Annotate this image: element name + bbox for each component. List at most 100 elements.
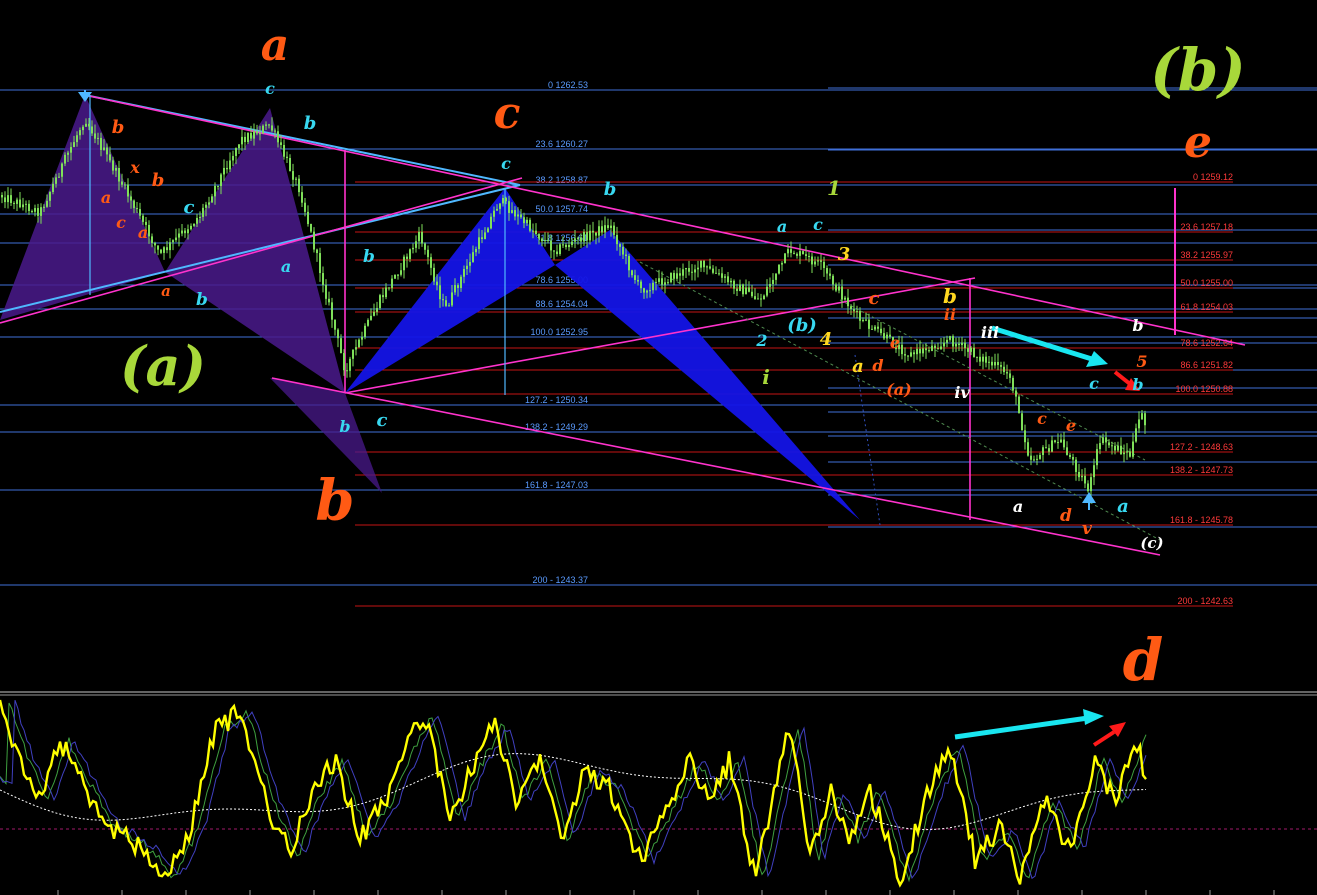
- candle-body: [832, 275, 834, 285]
- candle-body: [439, 285, 441, 300]
- candle-body: [829, 273, 831, 276]
- candle-body: [358, 339, 360, 348]
- candle-body: [418, 231, 420, 242]
- candle-body: [547, 240, 549, 242]
- wave-label-minor: a: [852, 356, 864, 377]
- candle-body: [220, 174, 222, 187]
- wave-label-minor: b: [339, 417, 350, 436]
- candle-body: [727, 276, 729, 283]
- candle-body: [277, 131, 279, 143]
- candle-body: [841, 286, 843, 300]
- candle-body: [583, 231, 585, 242]
- candle-body: [1039, 455, 1041, 459]
- candle-body: [1024, 430, 1026, 443]
- candle-body: [49, 192, 51, 201]
- candle-body: [778, 264, 780, 274]
- wave-label-minor: c: [184, 197, 195, 218]
- wave-label-minor: c: [1089, 374, 1099, 393]
- candle-body: [91, 126, 93, 134]
- candle-body: [211, 196, 213, 203]
- candle-body: [1021, 413, 1023, 431]
- candle-body: [715, 272, 717, 274]
- candle-body: [883, 333, 885, 339]
- candle-body: [430, 257, 432, 268]
- candle-body: [955, 343, 957, 347]
- candle-body: [244, 136, 246, 143]
- candle-body: [1036, 458, 1038, 460]
- candle-body: [385, 287, 387, 298]
- candle-body: [577, 237, 579, 239]
- candle-body: [814, 261, 816, 265]
- candle-body: [946, 339, 948, 343]
- fib-left-label: 161.8 - 1247.03: [525, 480, 588, 490]
- candle-body: [754, 296, 756, 299]
- candle-body: [511, 210, 513, 213]
- candle-body: [4, 197, 6, 203]
- candle-body: [1006, 372, 1008, 374]
- candle-body: [343, 353, 345, 371]
- candle-body: [208, 202, 210, 205]
- candle-body: [607, 225, 609, 228]
- candle-body: [199, 216, 201, 218]
- candle-body: [709, 266, 711, 269]
- candle-body: [424, 243, 426, 250]
- wave-label-major: c: [494, 88, 521, 139]
- candle-body: [466, 265, 468, 270]
- candle-body: [1108, 442, 1110, 446]
- candle-body: [181, 230, 183, 234]
- candle-body: [379, 295, 381, 309]
- candle-body: [1063, 439, 1065, 448]
- fib-right-label: 23.6 1257.18: [1180, 222, 1233, 232]
- wave-label-minor: b: [1132, 375, 1143, 394]
- candle-body: [136, 208, 138, 210]
- candle-body: [1003, 366, 1005, 373]
- candle-body: [1105, 437, 1107, 443]
- candle-body: [640, 281, 642, 289]
- wave-label-minor: a: [777, 217, 787, 236]
- candle-body: [943, 342, 945, 347]
- candle-body: [331, 302, 333, 320]
- candle-body: [637, 279, 639, 282]
- candle-body: [478, 237, 480, 249]
- candle-body: [925, 348, 927, 351]
- candle-body: [169, 242, 171, 251]
- candle-body: [115, 168, 117, 171]
- wave-label-minor: (c): [1140, 534, 1163, 552]
- candle-body: [1012, 377, 1014, 391]
- wave-label-minor: c: [869, 288, 880, 309]
- candle-body: [664, 282, 666, 285]
- wave-label-minor: 3: [838, 244, 851, 265]
- candle-body: [1111, 445, 1113, 447]
- candle-body: [106, 147, 108, 155]
- candle-body: [766, 286, 768, 296]
- candle-body: [964, 342, 966, 349]
- candle-body: [952, 336, 954, 347]
- candle-body: [916, 348, 918, 355]
- candle-body: [526, 219, 528, 224]
- candle-body: [238, 144, 240, 149]
- candle-body: [886, 334, 888, 339]
- candle-body: [235, 148, 237, 156]
- fib-right-label: 38.2 1255.97: [1180, 250, 1233, 260]
- candle-body: [604, 225, 606, 233]
- wave-label-minor: d: [872, 356, 883, 375]
- candle-body: [880, 328, 882, 334]
- candle-body: [1054, 440, 1056, 443]
- candle-body: [307, 211, 309, 225]
- candle-body: [40, 207, 42, 216]
- candle-body: [793, 252, 795, 254]
- candle-body: [1135, 428, 1137, 442]
- candle-body: [694, 269, 696, 273]
- candle-body: [391, 278, 393, 289]
- candle-body: [688, 268, 690, 272]
- wave-label-minor: b: [112, 117, 125, 138]
- candle-body: [586, 231, 588, 241]
- candle-body: [223, 167, 225, 175]
- candle-body: [1129, 451, 1131, 457]
- candle-body: [862, 319, 864, 321]
- candle-body: [64, 154, 66, 164]
- candle-body: [457, 285, 459, 288]
- candle-body: [160, 249, 162, 253]
- candle-body: [838, 286, 840, 291]
- candle-body: [337, 329, 339, 339]
